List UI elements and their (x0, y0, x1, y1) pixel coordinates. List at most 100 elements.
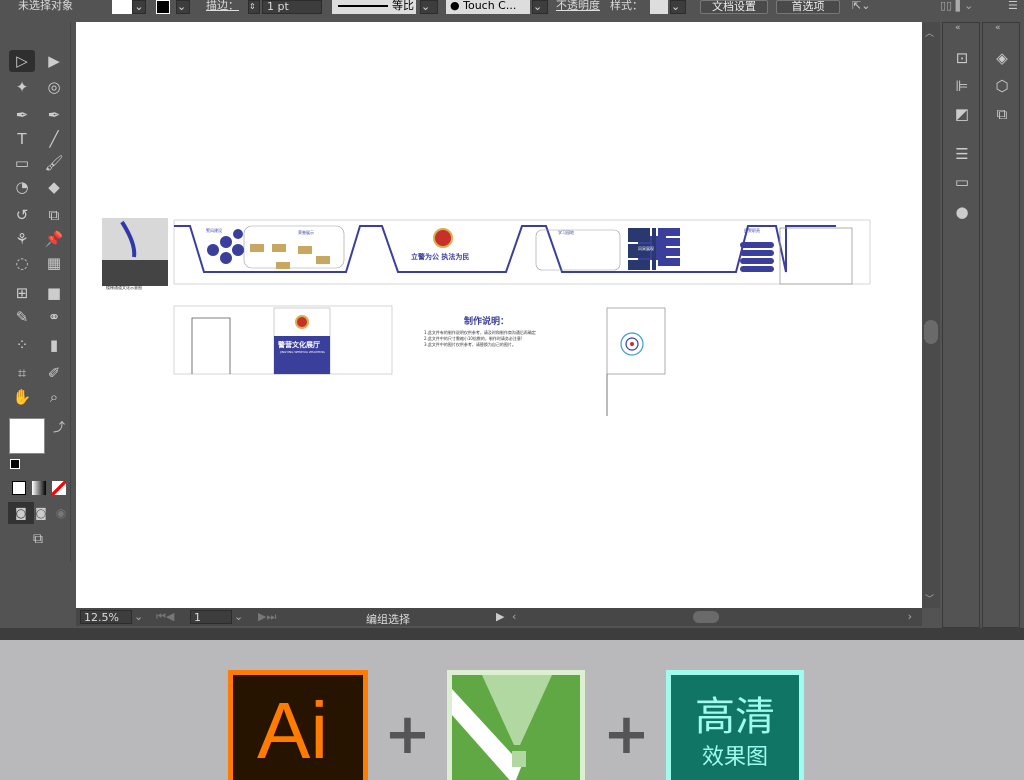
eyedropper-tool-icon[interactable]: ✎ (9, 306, 35, 328)
panel-dock-1: « ⊡ ⊫ ◩ ☰ ▭ ● (942, 22, 980, 628)
none-mode-icon[interactable] (52, 481, 66, 495)
perspective-grid-tool-icon[interactable]: ▦ (41, 252, 67, 274)
style-swatch[interactable] (650, 0, 668, 14)
blend-tool-icon[interactable]: ⚭ (41, 306, 67, 328)
plus-sign: + (603, 702, 650, 767)
next-artboard-icon[interactable]: ▶⏭ (258, 610, 276, 624)
paintbrush-tool-icon[interactable]: 🖌 (41, 152, 67, 174)
default-colors-icon[interactable] (10, 459, 20, 469)
artboards-icon[interactable]: ⧉ (992, 105, 1012, 123)
shaper-tool-icon[interactable]: ◔ (9, 176, 35, 198)
screen-mode-icon[interactable]: ⧉ (25, 528, 51, 550)
status-bar: 12.5% ⌄ ⏮◀ 1 ⌄ ▶⏭ 编组选择 ▶ ‹ › (76, 608, 922, 626)
brush-select[interactable]: ● Touch C... (446, 0, 530, 14)
artboard-dropdown[interactable]: ⌄ (234, 610, 243, 623)
puppet-warp-tool-icon[interactable]: ⚘ (9, 228, 35, 250)
artboard-tool-icon[interactable]: ⌗ (9, 362, 35, 384)
hand-tool-icon[interactable]: ✋ (9, 386, 35, 408)
panel-dock-2: « ◈ ⬡ ⧉ (982, 22, 1020, 628)
selection-status: 未选择对象 (18, 0, 73, 12)
type-tool-icon[interactable]: T (9, 128, 35, 150)
align-panel-icon[interactable]: ⊫ (952, 77, 972, 95)
shape-builder-tool-icon[interactable]: ◌ (9, 252, 35, 274)
sign-title: 警营文化展厅 (278, 341, 320, 349)
libraries-icon[interactable]: ⬡ (992, 77, 1012, 95)
slogan-text: 立警为公 执法为民 (411, 253, 470, 261)
zoom-dropdown[interactable]: ⌄ (134, 610, 143, 623)
stroke-panel-icon[interactable]: ☰ (952, 145, 972, 163)
align-icon[interactable]: ▯▯ ▌⌄ (940, 0, 973, 14)
ai-logo: Ai (228, 670, 368, 780)
menu-icon[interactable]: ☰ (1008, 0, 1018, 14)
artboard-canvas[interactable]: 楼梯通道文化示意图 立警为公 执法为民 警风建设 荣誉展示 学习园地 风采展现 … (76, 22, 922, 608)
artboard-select[interactable]: 1 (190, 610, 232, 624)
sign-subtitle: JINGYING WENHUA ZHANTING (280, 350, 325, 354)
symbol-sprayer-tool-icon[interactable]: ⁘ (9, 334, 35, 356)
curvature-tool-icon[interactable]: ✒ (41, 104, 67, 126)
coreldraw-logo (447, 670, 585, 780)
style-dropdown[interactable]: ⌄ (670, 0, 686, 14)
opacity-label[interactable]: 不透明度 (556, 0, 600, 14)
fill-dropdown[interactable]: ⌄ (132, 0, 146, 14)
gradient-mode-icon[interactable] (32, 481, 46, 495)
selection-tool-icon[interactable]: ▷ (9, 50, 35, 72)
plus-sign: + (384, 702, 431, 767)
rotate-tool-icon[interactable]: ↺ (9, 204, 35, 226)
note-item: 3.此文件中的图片仅供参考，请替换为自己的图片。 (424, 342, 516, 347)
preferences-button[interactable]: 首选项 (776, 0, 840, 14)
profile-dropdown[interactable]: ⌄ (420, 0, 438, 14)
gradient-panel-icon[interactable]: ▭ (952, 173, 972, 191)
lasso-tool-icon[interactable]: ◎ (41, 76, 67, 98)
first-artboard-icon[interactable]: ⏮◀ (156, 610, 174, 624)
brush-dropdown[interactable]: ⌄ (532, 0, 548, 14)
scroll-thumb[interactable] (924, 320, 938, 344)
mesh-tool-icon[interactable]: ⊞ (9, 282, 35, 304)
color-mode-icon[interactable] (12, 481, 26, 495)
slice-tool-icon[interactable]: ✐ (41, 362, 67, 384)
direct-selection-tool-icon[interactable]: ▶ (41, 50, 67, 72)
stroke-weight-input[interactable]: 1 pt (262, 0, 322, 14)
gradient-tool-icon[interactable]: ■ (41, 282, 67, 304)
document-setup-button[interactable]: 文档设置 (700, 0, 768, 14)
panel-title-3: 学习园地 (558, 230, 574, 235)
panel-title-4: 风采展现 (638, 246, 654, 251)
stroke-swatch[interactable] (156, 0, 170, 14)
collapse-icon[interactable]: « (955, 23, 961, 33)
fill-swatch[interactable] (112, 0, 132, 14)
zoom-tool-icon[interactable]: ⌕ (41, 386, 67, 408)
notes-list: 1.此文件有的制作说明仅供参考，请及时和制作商沟通后再确定 2.此文件中的尺寸需缩… (424, 330, 536, 348)
stroke-stepper[interactable]: ⇕ (248, 0, 260, 14)
panel-title-1: 警风建设 (206, 228, 222, 233)
magic-wand-tool-icon[interactable]: ✦ (9, 76, 35, 98)
draw-inside-icon[interactable]: ◉ (48, 502, 74, 524)
control-bar: 未选择对象 ⌄ ⌄ 描边： ⇕ 1 pt 等比 ⌄ ● Touch C... ⌄… (0, 0, 1024, 16)
pen-tool-icon[interactable]: ✒ (9, 104, 35, 126)
pin-tool-icon[interactable]: 📌 (41, 228, 67, 250)
scroll-thumb[interactable] (693, 611, 719, 623)
graph-tool-icon[interactable]: ▮ (41, 334, 67, 356)
eraser-tool-icon[interactable]: ◆ (41, 176, 67, 198)
vertical-scrollbar[interactable]: ︿ ﹀ (922, 22, 940, 608)
horizontal-scrollbar[interactable]: ‹ › (508, 610, 916, 624)
fill-color-swatch[interactable] (9, 418, 45, 454)
stroke-label[interactable]: 描边： (206, 0, 239, 14)
hd-render-badge: 高清 效果图 (666, 670, 804, 780)
notes-title: 制作说明： (464, 317, 510, 327)
stroke-profile-select[interactable]: 等比 (332, 0, 416, 14)
swap-colors-icon[interactable]: ⤴ (53, 418, 65, 435)
style-label: 样式： (610, 0, 643, 12)
panel-title-5: 民警职责 (744, 228, 760, 233)
format-badges: Ai + + 高清 效果图 (0, 628, 1024, 780)
transparency-icon[interactable]: ● (952, 203, 972, 221)
stroke-dropdown[interactable]: ⌄ (176, 0, 190, 14)
transform-icon[interactable]: ⊡ (952, 49, 972, 67)
rectangle-tool-icon[interactable]: ▭ (9, 152, 35, 174)
line-tool-icon[interactable]: ╱ (41, 128, 67, 150)
select-behavior-icon[interactable]: ⇱⌄ (852, 0, 870, 14)
scale-tool-icon[interactable]: ⧉ (41, 204, 67, 226)
status-menu-icon[interactable]: ▶ (496, 610, 504, 623)
collapse-icon[interactable]: « (995, 23, 1001, 33)
layers-icon[interactable]: ◈ (992, 49, 1012, 67)
pathfinder-icon[interactable]: ◩ (952, 105, 972, 123)
zoom-select[interactable]: 12.5% (80, 610, 132, 624)
